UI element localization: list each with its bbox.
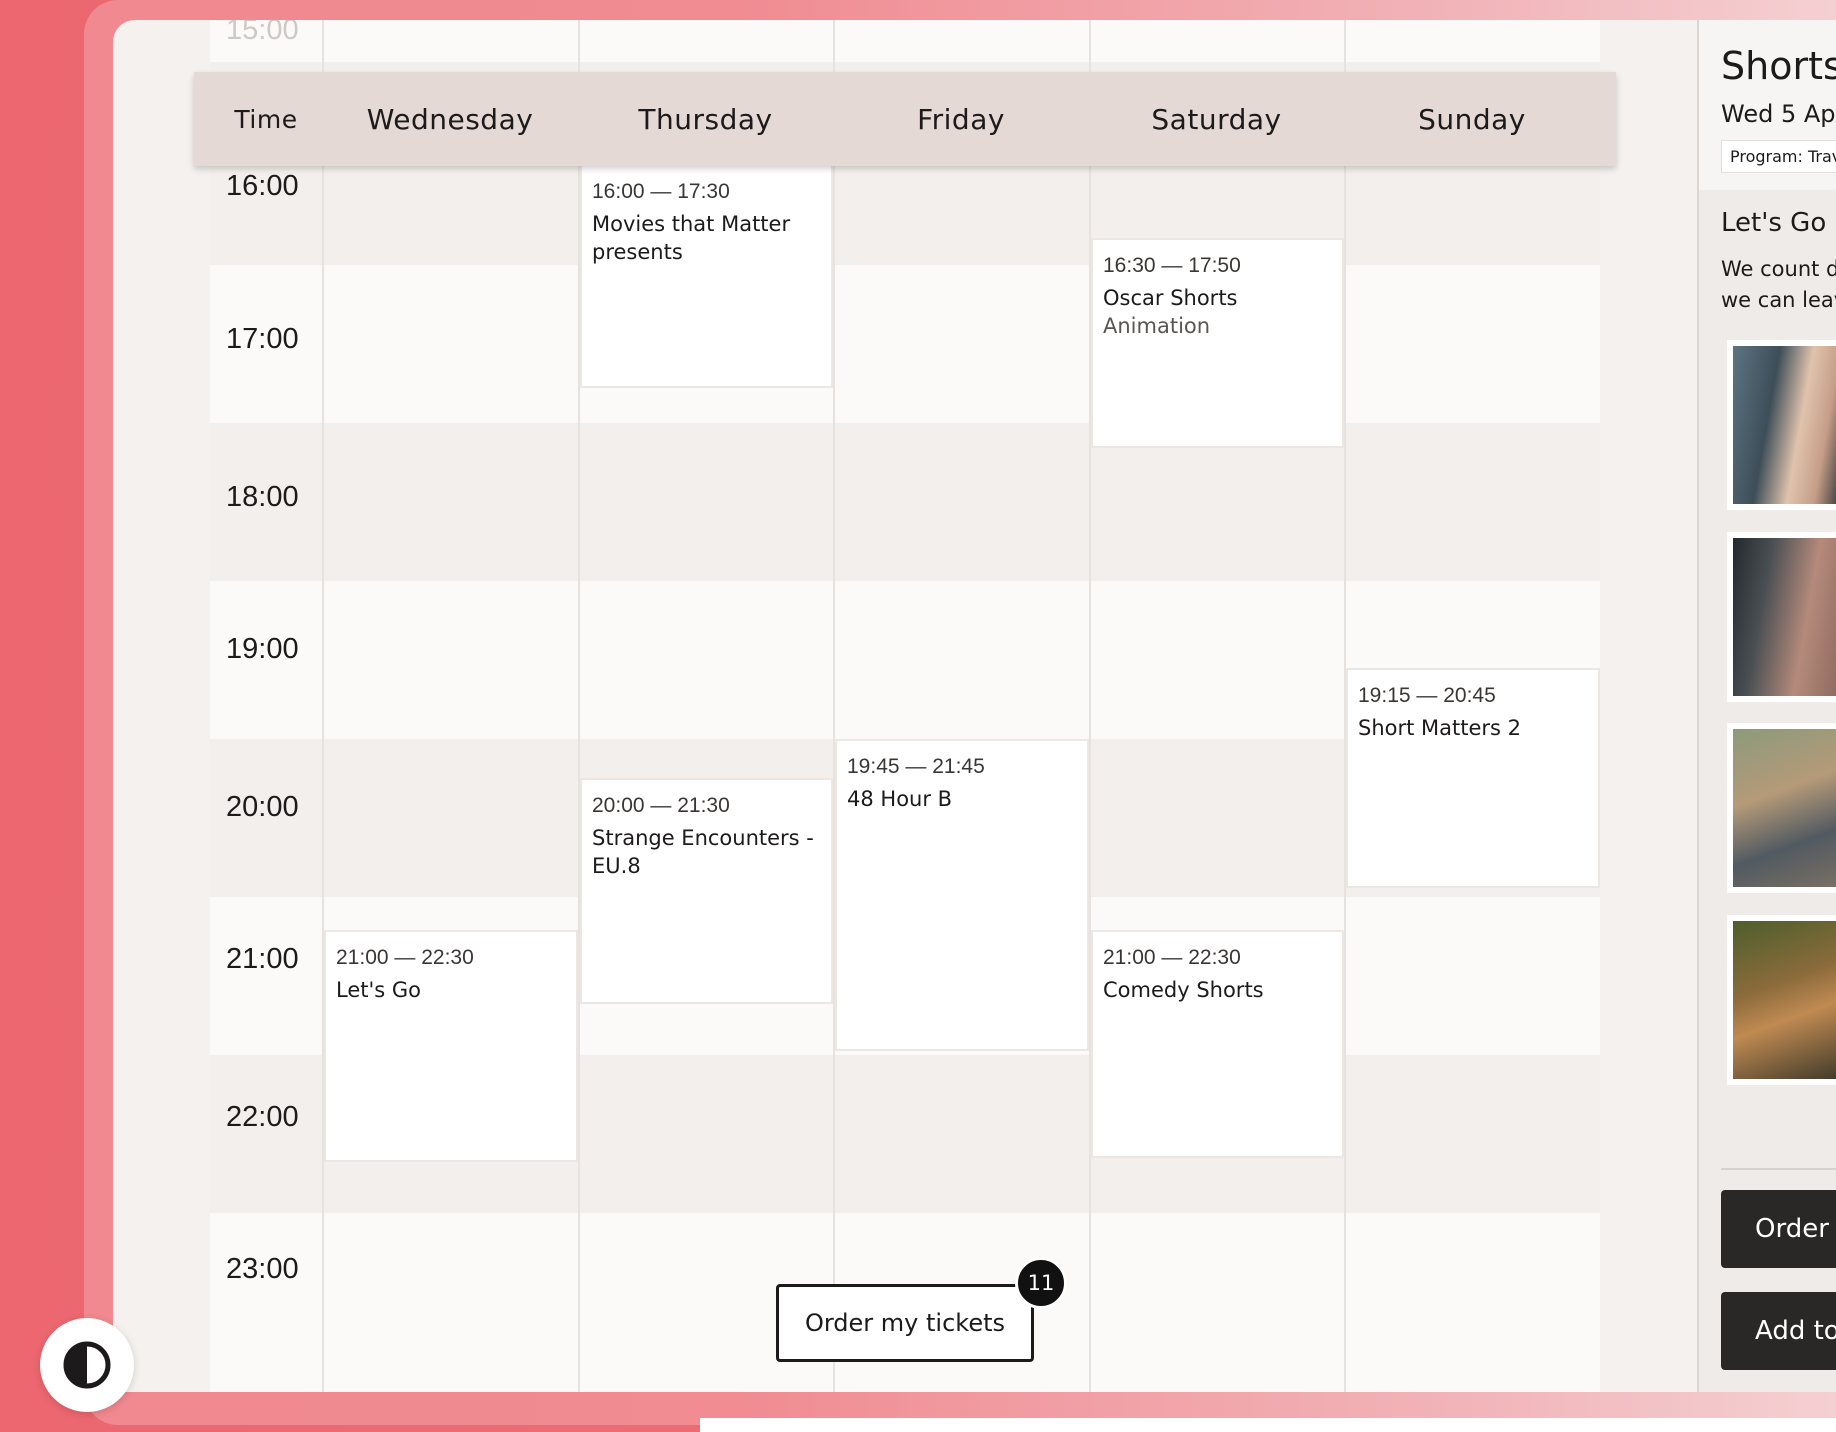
event-time: 19:45 — 21:45	[847, 755, 985, 778]
panel-title: Shorts	[1721, 44, 1836, 88]
event-time: 16:30 — 17:50	[1103, 254, 1241, 277]
event-time: 20:00 — 21:30	[592, 794, 730, 817]
film-still-image[interactable]	[1727, 532, 1836, 702]
description-line: we can leav	[1721, 288, 1836, 312]
panel-date: Wed 5 Apr	[1721, 100, 1836, 128]
contrast-icon	[63, 1341, 111, 1389]
event-card[interactable]: 19:45 — 21:45 48 Hour B	[835, 739, 1089, 1051]
hour-row-18	[210, 423, 1600, 581]
time-label: 23:00	[226, 1253, 299, 1285]
event-title: Oscar Shorts	[1103, 286, 1238, 310]
divider	[1721, 1168, 1836, 1170]
time-label: 22:00	[226, 1101, 299, 1133]
event-card[interactable]: 21:00 — 22:30 Let's Go	[324, 930, 578, 1162]
event-detail-panel: Shorts Wed 5 Apr Program: Trave Let's Go…	[1697, 20, 1836, 1392]
time-label: 17:00	[226, 323, 299, 355]
event-title: Comedy Shorts	[1103, 978, 1264, 1002]
film-still-image[interactable]	[1727, 340, 1836, 510]
time-label: 21:00	[226, 943, 299, 975]
event-title: Short Matters 2	[1358, 716, 1522, 740]
program-tag[interactable]: Program: Trave	[1721, 140, 1836, 173]
event-title: 48 Hour B	[847, 787, 953, 811]
schedule-app: 15:00 16:00 17:00 18:00 19:00 20:00 21:0…	[113, 20, 1836, 1392]
hour-row-17	[210, 265, 1600, 423]
column-divider	[322, 20, 324, 1392]
event-time: 16:00 — 17:30	[592, 180, 730, 203]
event-card[interactable]: 19:15 — 20:45 Short Matters 2	[1346, 668, 1600, 888]
event-time: 21:00 — 22:30	[1103, 946, 1241, 969]
panel-subtitle: Let's Go	[1721, 208, 1827, 238]
time-label: 19:00	[226, 633, 299, 665]
order-button[interactable]: Order	[1721, 1190, 1836, 1268]
order-my-tickets-button[interactable]: Order my tickets	[776, 1284, 1034, 1362]
event-card[interactable]: 21:00 — 22:30 Comedy Shorts	[1091, 930, 1344, 1158]
header-day-sunday: Sunday	[1418, 102, 1526, 136]
header-day-wednesday: Wednesday	[366, 102, 534, 136]
schedule-grid: 15:00 16:00 17:00 18:00 19:00 20:00 21:0…	[210, 20, 1600, 1392]
event-time: 19:15 — 20:45	[1358, 684, 1496, 707]
description-line: We count d	[1721, 257, 1836, 281]
event-title: Let's Go	[336, 978, 421, 1002]
film-still-image[interactable]	[1727, 915, 1836, 1085]
event-time: 21:00 — 22:30	[336, 946, 474, 969]
event-card[interactable]: 16:00 — 17:30 Movies that Matter present…	[580, 164, 833, 388]
film-still-image[interactable]	[1727, 723, 1836, 893]
event-title: Strange Encounters - EU.8	[592, 826, 814, 878]
column-divider	[1089, 20, 1091, 1392]
event-title: Movies that Matter presents	[592, 212, 791, 264]
event-subtitle: Animation	[1103, 314, 1211, 338]
header-day-thursday: Thursday	[638, 102, 773, 136]
time-label: 15:00	[226, 20, 299, 46]
add-to-button[interactable]: Add to	[1721, 1292, 1836, 1370]
time-label: 18:00	[226, 481, 299, 513]
hour-row-15	[210, 20, 1600, 62]
header-time: Time	[234, 104, 298, 134]
time-label: 20:00	[226, 791, 299, 823]
header-day-saturday: Saturday	[1151, 102, 1282, 136]
day-header: Time Wednesday Thursday Friday Saturday …	[194, 72, 1616, 166]
panel-description: We count d we can leav	[1721, 254, 1836, 316]
column-divider	[833, 20, 835, 1392]
time-label: 16:00	[226, 170, 299, 202]
contrast-toggle-button[interactable]	[40, 1318, 134, 1412]
header-day-friday: Friday	[917, 102, 1005, 136]
event-card[interactable]: 16:30 — 17:50 Oscar Shorts Animation	[1091, 238, 1344, 448]
event-card[interactable]: 20:00 — 21:30 Strange Encounters - EU.8	[580, 778, 833, 1004]
ticket-count-badge: 11	[1015, 1257, 1067, 1309]
